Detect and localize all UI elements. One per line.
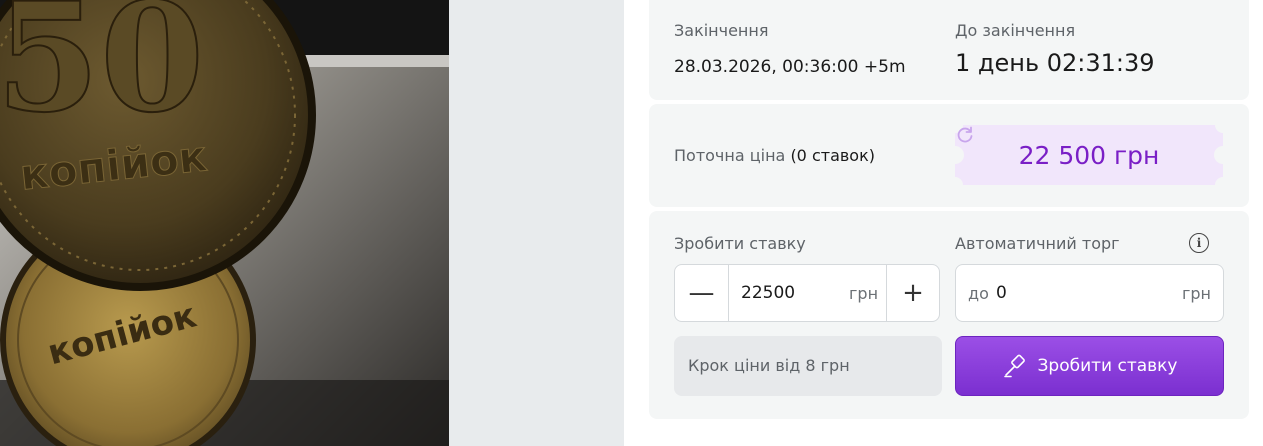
decrease-bid-button[interactable]: — bbox=[675, 265, 729, 321]
auto-bid-prefix: до bbox=[968, 284, 989, 303]
timing-card: Закінчення 28.03.2026, 00:36:00 +5m До з… bbox=[649, 0, 1249, 100]
ending-datetime: 28.03.2026, 00:36:00 +5m bbox=[674, 57, 906, 77]
place-bid-button[interactable]: Зробити ставку bbox=[955, 336, 1224, 396]
coin-denomination: 50 bbox=[0, 0, 204, 146]
auto-bid-field[interactable]: до 0 грн bbox=[955, 264, 1224, 322]
price-ticket: 22 500 грн bbox=[955, 125, 1223, 185]
countdown-label: До закінчення bbox=[955, 21, 1076, 40]
countdown-value: 1 день 02:31:39 bbox=[955, 49, 1155, 77]
auto-bid-currency: грн bbox=[1181, 284, 1211, 303]
place-bid-label: Зробити ставку bbox=[1037, 356, 1178, 376]
price-card: Поточна ціна (0 ставок) 22 500 грн bbox=[649, 104, 1249, 207]
price-step-info: Крок ціни від 8 грн bbox=[674, 336, 942, 396]
product-photo[interactable]: копійок 50 копійок bbox=[0, 0, 449, 446]
auto-bid-amount[interactable]: 0 bbox=[996, 283, 1007, 303]
bid-card: Зробити ставку Автоматичний торг i — 225… bbox=[649, 211, 1249, 419]
increase-bid-button[interactable]: + bbox=[886, 265, 939, 321]
refresh-icon[interactable] bbox=[955, 125, 975, 145]
gavel-icon bbox=[1003, 354, 1025, 378]
ending-label: Закінчення bbox=[674, 21, 769, 40]
bid-label: Зробити ставку bbox=[674, 234, 806, 253]
auto-bid-label: Автоматичний торг bbox=[955, 234, 1120, 253]
gallery-gutter bbox=[449, 0, 624, 446]
bid-amount-input[interactable]: 22500 bbox=[741, 283, 795, 303]
current-price-text: Поточна ціна bbox=[674, 146, 786, 165]
current-price-label: Поточна ціна (0 ставок) bbox=[674, 146, 875, 165]
info-icon[interactable]: i bbox=[1189, 233, 1209, 253]
price-step-text: Крок ціни від 8 грн bbox=[688, 356, 850, 375]
coin-image: копійок 50 копійок bbox=[0, 0, 449, 446]
current-price-value: 22 500 грн bbox=[1018, 140, 1160, 170]
bid-currency: грн bbox=[849, 284, 879, 303]
bid-stepper: — 22500 грн + bbox=[674, 264, 940, 322]
bids-count: (0 ставок) bbox=[790, 146, 875, 165]
